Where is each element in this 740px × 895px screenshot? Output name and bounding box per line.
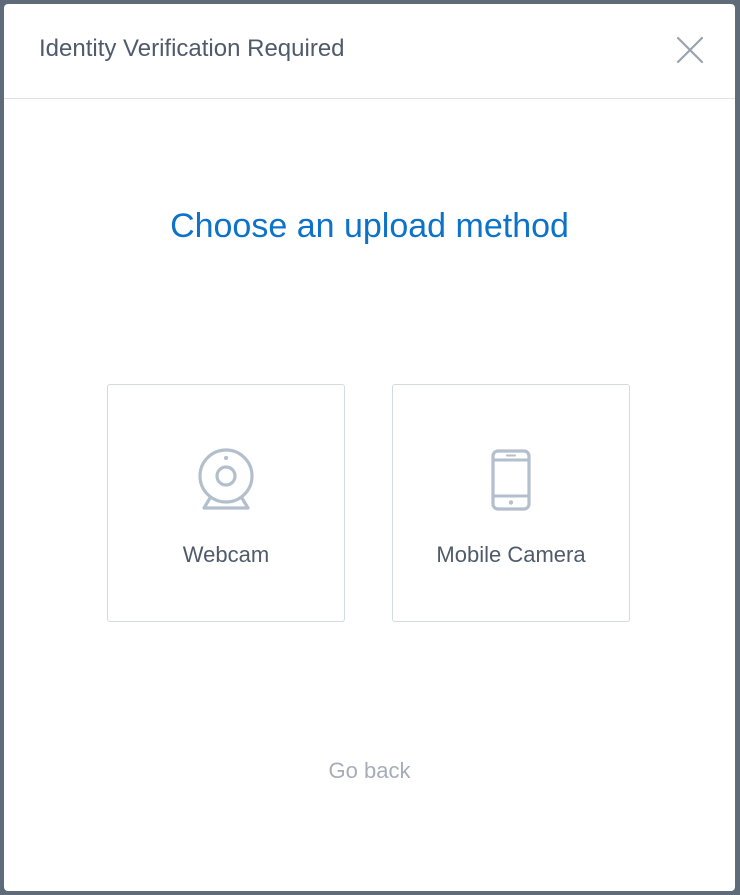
mobile-phone-icon [476,445,546,515]
modal-title: Identity Verification Required [39,35,345,62]
webcam-label: Webcam [182,542,270,567]
identity-verification-modal: Identity Verification Required Choose an… [4,4,735,891]
modal-header: Identity Verification Required [4,4,735,99]
close-button[interactable] [673,33,707,67]
upload-method-heading: Choose an upload method [170,207,569,245]
close-icon [676,36,704,64]
webcam-icon [191,445,261,515]
go-back-link[interactable]: Go back [4,758,735,784]
mobile-camera-label: Mobile Camera [436,542,586,567]
mobile-camera-option[interactable]: Mobile Camera [392,384,630,622]
webcam-option[interactable]: Webcam [107,384,345,622]
